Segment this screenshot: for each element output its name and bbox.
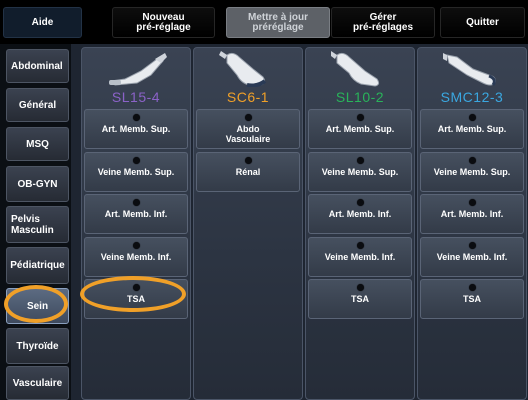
probe-header[interactable]: SL15-4 <box>82 48 190 106</box>
probe-preset-area: SL15-4 Art. Memb. Sup. Veine Memb. Sup. … <box>71 44 528 400</box>
preset-indicator <box>357 284 364 291</box>
preset-button[interactable]: Art. Memb. Sup. <box>308 109 412 149</box>
sidebar-item-pelvis-masculin[interactable]: Pelvis Masculin <box>6 206 69 243</box>
preset-indicator <box>133 157 140 164</box>
preset-button[interactable]: Veine Memb. Sup. <box>84 152 188 192</box>
preset-indicator <box>469 114 476 121</box>
probe-name: SL10-2 <box>335 89 385 105</box>
preset-indicator <box>469 157 476 164</box>
preset-button[interactable]: Art. Memb. Inf. <box>420 194 524 234</box>
probe-name: SL15-4 <box>111 89 161 105</box>
curved-probe-icon <box>219 51 267 87</box>
probe-name: SMC12-3 <box>440 89 504 105</box>
microconvex-probe-icon <box>443 53 496 86</box>
preset-button[interactable]: Veine Memb. Inf. <box>420 237 524 277</box>
sidebar-item-msq[interactable]: MSQ <box>6 127 69 161</box>
preset-indicator <box>469 284 476 291</box>
preset-button[interactable]: Art. Memb. Sup. <box>84 109 188 149</box>
preset-button-tsa[interactable]: TSA <box>308 279 412 319</box>
probe-column-sl10-2: SL10-2 Art. Memb. Sup. Veine Memb. Sup. … <box>305 47 415 400</box>
preset-button[interactable]: Art. Memb. Inf. <box>308 194 412 234</box>
preset-indicator <box>133 242 140 249</box>
sidebar-item-sein[interactable]: Sein <box>6 288 69 324</box>
preset-indicator <box>357 114 364 121</box>
sidebar-item-general[interactable]: Général <box>6 88 69 122</box>
preset-indicator <box>357 242 364 249</box>
probe-name: SC6-1 <box>226 89 270 105</box>
preset-button[interactable]: Veine Memb. Inf. <box>308 237 412 277</box>
preset-button[interactable]: Art. Memb. Inf. <box>84 194 188 234</box>
sidebar-item-abdominal[interactable]: Abdominal <box>6 49 69 83</box>
preset-button-tsa[interactable]: TSA <box>420 279 524 319</box>
probe-header[interactable]: SC6-1 <box>194 48 302 106</box>
probe-column-sc6-1: SC6-1 Abdo Vasculaire Rénal <box>193 47 303 400</box>
preset-indicator <box>357 157 364 164</box>
linear-probe-icon <box>109 53 167 86</box>
sidebar-item-ob-gyn[interactable]: OB-GYN <box>6 166 69 202</box>
sidebar-item-pediatrique[interactable]: Pédiatrique <box>6 247 69 284</box>
preset-button[interactable]: Veine Memb. Sup. <box>308 152 412 192</box>
probe-header[interactable]: SMC12-3 <box>418 48 526 106</box>
preset-indicator <box>469 199 476 206</box>
update-preset-button[interactable]: Mettre à jour préréglage <box>226 7 330 38</box>
quit-button[interactable]: Quitter <box>440 7 525 38</box>
preset-indicator <box>133 199 140 206</box>
top-toolbar: Aide Nouveau pré-réglage Mettre à jour p… <box>0 0 528 44</box>
probe-column-sl15-4: SL15-4 Art. Memb. Sup. Veine Memb. Sup. … <box>81 47 191 400</box>
preset-indicator <box>133 114 140 121</box>
sidebar-item-thyroide[interactable]: Thyroïde <box>6 328 69 364</box>
preset-button-tsa[interactable]: TSA <box>84 279 188 319</box>
linear-probe-icon <box>331 51 380 87</box>
preset-indicator <box>469 242 476 249</box>
probe-header[interactable]: SL10-2 <box>306 48 414 106</box>
preset-button[interactable]: Veine Memb. Sup. <box>420 152 524 192</box>
preset-indicator <box>357 199 364 206</box>
preset-button[interactable]: Art. Memb. Sup. <box>420 109 524 149</box>
preset-indicator <box>245 157 252 164</box>
preset-button[interactable]: Veine Memb. Inf. <box>84 237 188 277</box>
exam-type-sidebar: Abdominal Général MSQ OB-GYN Pelvis Masc… <box>0 44 71 400</box>
manage-presets-button[interactable]: Gérer pré-réglages <box>331 7 435 38</box>
help-button[interactable]: Aide <box>3 7 82 38</box>
preset-indicator <box>133 284 140 291</box>
sidebar-item-vasculaire[interactable]: Vasculaire <box>6 366 69 400</box>
preset-button[interactable]: Rénal <box>196 152 300 192</box>
probe-column-smc12-3: SMC12-3 Art. Memb. Sup. Veine Memb. Sup.… <box>417 47 527 400</box>
preset-indicator <box>245 114 252 121</box>
preset-button[interactable]: Abdo Vasculaire <box>196 109 300 149</box>
new-preset-button[interactable]: Nouveau pré-réglage <box>112 7 215 38</box>
